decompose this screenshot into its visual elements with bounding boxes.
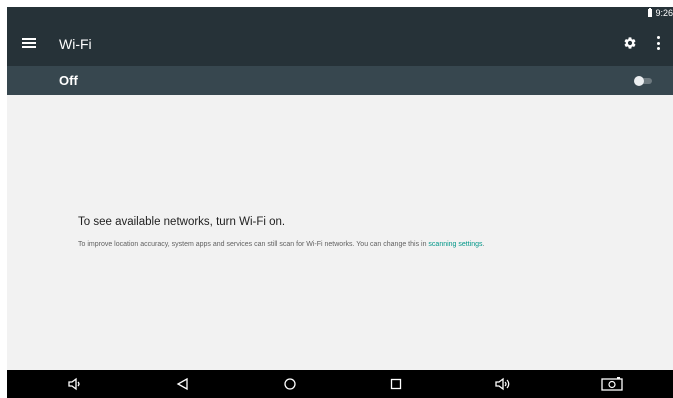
gear-icon[interactable] <box>623 36 637 50</box>
app-bar: Wi-Fi <box>7 19 673 66</box>
menu-icon[interactable] <box>22 38 36 48</box>
scanning-settings-link[interactable]: scanning settings <box>428 241 482 248</box>
more-vert-icon[interactable] <box>655 36 661 50</box>
back-icon[interactable] <box>173 374 193 394</box>
page-title: Wi-Fi <box>59 36 92 52</box>
toggle-thumb <box>634 76 644 86</box>
status-bar: 9:26 <box>7 7 673 19</box>
description-text: To improve location accuracy, system app… <box>78 241 429 248</box>
home-icon[interactable] <box>280 374 300 394</box>
description-end: . <box>482 241 485 248</box>
content-area: To see available networks, turn Wi-Fi on… <box>7 95 673 370</box>
device-screen: 9:26 Wi-Fi Off To see available networks… <box>7 7 673 398</box>
recents-icon[interactable] <box>386 374 406 394</box>
screenshot-icon[interactable] <box>600 374 624 394</box>
battery-icon <box>648 8 653 17</box>
empty-state-headline: To see available networks, turn Wi-Fi on… <box>78 216 286 228</box>
volume-up-icon[interactable] <box>493 374 513 394</box>
wifi-switch-bar[interactable]: Off <box>7 66 673 95</box>
status-time: 9:26 <box>655 8 673 18</box>
switch-state-label: Off <box>59 73 78 88</box>
wifi-toggle[interactable] <box>634 76 654 86</box>
navigation-bar <box>7 370 673 398</box>
volume-down-icon[interactable] <box>65 374 85 394</box>
empty-state-description: To improve location accuracy, system app… <box>78 241 484 248</box>
status-right: 9:26 <box>648 7 673 19</box>
